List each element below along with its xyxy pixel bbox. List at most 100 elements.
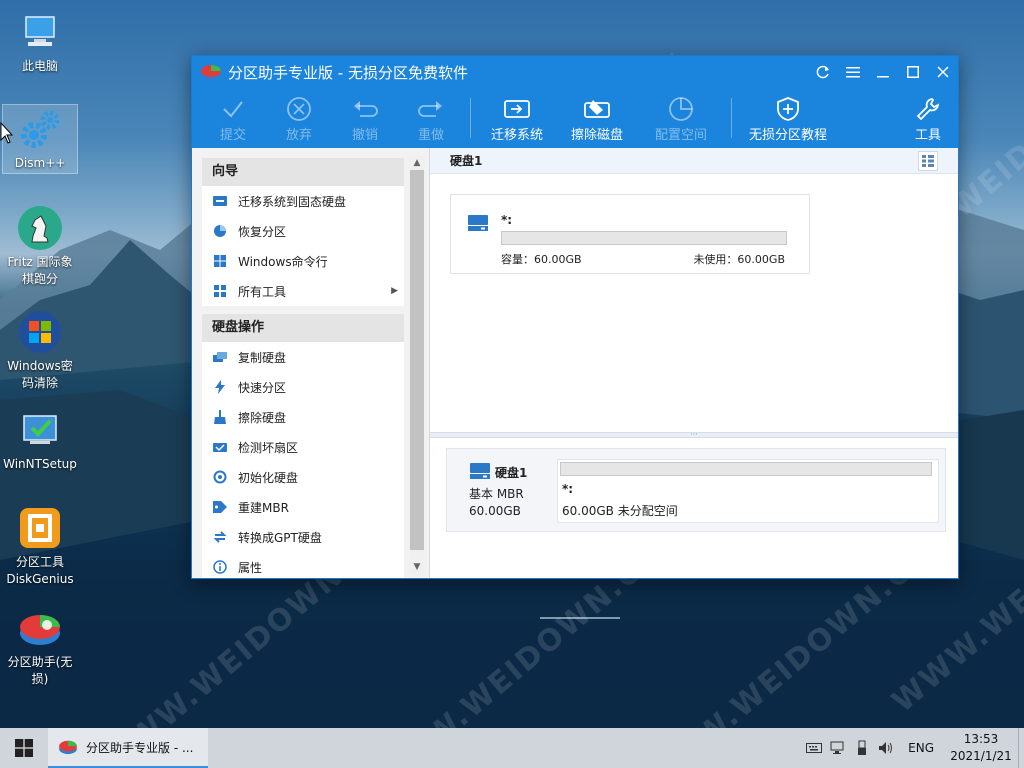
migrate-label: 迁移系统 — [490, 127, 543, 143]
sidebar-item-label: 迁移系统到固态硬盘 — [238, 194, 347, 209]
partition-name: *: — [562, 482, 574, 496]
toolbar-separator — [731, 98, 732, 138]
discard-label: 放弃 — [285, 127, 312, 143]
lightning-icon — [212, 379, 228, 395]
network-tray-button[interactable] — [826, 728, 850, 768]
main-panel: 硬盘1 *: 容量：60.00GB 未使用：60.00GB ··· 硬盘1 基本… — [430, 148, 958, 578]
taskbar: 分区助手专业版 - ... ENG 13:53 2021/1/21 — [0, 728, 1024, 768]
tutorial-label: 无损分区教程 — [748, 127, 827, 143]
toolbar-separator — [470, 98, 471, 138]
hamburger-menu-icon — [846, 67, 860, 78]
app-logo-icon — [59, 740, 77, 755]
sidebar-item-windows-cmd[interactable]: Windows命令行 — [202, 246, 404, 276]
desktop-icon-label: Fritz 国际象棋跑分 — [7, 255, 73, 286]
desktop-icon-label: 分区助手(无损) — [7, 655, 73, 686]
undo-button[interactable]: 撤销 — [332, 88, 398, 148]
allocate-label: 配置空间 — [654, 127, 707, 143]
sidebar: 向导 迁移系统到固态硬盘 恢复分区 Windows命令行 所有工具 ▶ 硬盘操作… — [192, 148, 430, 578]
tutorial-button[interactable]: 无损分区教程 — [738, 88, 838, 148]
sidebar-item-label: 所有工具 — [238, 284, 287, 299]
sidebar-section-wizard: 向导 — [202, 158, 404, 186]
view-toggle-button[interactable] — [918, 151, 938, 171]
unallocated-partition-block[interactable]: *: 60.00GB 未分配空间 — [557, 459, 939, 523]
partition-capacity: 容量：60.00GB — [501, 253, 582, 266]
tools-button[interactable]: 工具 — [898, 88, 958, 148]
wipe-disk-button[interactable]: 擦除磁盘 — [557, 88, 637, 148]
desktop-icon-partition-assistant[interactable]: 分区助手(无损) — [2, 604, 78, 688]
partition-card[interactable]: *: 容量：60.00GB 未使用：60.00GB — [450, 194, 810, 274]
refresh-button[interactable] — [808, 56, 838, 88]
sidebar-item-all-tools[interactable]: 所有工具 ▶ — [202, 276, 404, 306]
desktop-icon-fritz[interactable]: Fritz 国际象棋跑分 — [2, 204, 78, 288]
sidebar-item-properties[interactable]: 属性 — [202, 552, 404, 578]
usb-tray-button[interactable] — [850, 728, 874, 768]
window-title: 分区助手专业版 - 无损分区免费软件 — [228, 63, 468, 82]
broom-icon — [212, 409, 228, 425]
partition-bar — [560, 462, 932, 476]
scroll-down-icon[interactable]: ▼ — [409, 560, 425, 574]
redo-button[interactable]: 重做 — [398, 88, 464, 148]
commit-button[interactable]: 提交 — [200, 88, 266, 148]
input-language[interactable]: ENG — [898, 741, 944, 755]
menu-button[interactable] — [838, 56, 868, 88]
panel-splitter[interactable]: ··· — [430, 431, 958, 439]
sidebar-item-label: 初始化硬盘 — [238, 470, 299, 485]
maximize-button[interactable] — [898, 56, 928, 88]
desktop-icon-windows-password[interactable]: Windows密码清除 — [2, 308, 78, 392]
view-list-icon — [922, 155, 934, 167]
window-body: 向导 迁移系统到固态硬盘 恢复分区 Windows命令行 所有工具 ▶ 硬盘操作… — [192, 148, 958, 578]
redo-label: 重做 — [417, 127, 444, 143]
copy-disk-icon — [212, 349, 228, 365]
close-button[interactable] — [928, 56, 958, 88]
sidebar-item-wipe-disk[interactable]: 擦除硬盘 — [202, 402, 404, 432]
sidebar-item-quick-partition[interactable]: 快速分区 — [202, 372, 404, 402]
toolbar: 提交 放弃 撤销 重做 迁移系统 擦除磁盘 配置空间 无损分区教程 工具 — [192, 88, 958, 148]
desktop-icon-this-pc[interactable]: 此电脑 — [2, 8, 78, 75]
partition-usage-bar — [501, 231, 787, 245]
desktop-icon-label: WinNTSetup — [3, 457, 77, 471]
minimize-button[interactable] — [868, 56, 898, 88]
sidebar-item-recover-partition[interactable]: 恢复分区 — [202, 216, 404, 246]
disk-header-title: 硬盘1 — [450, 154, 483, 168]
disk-map-row[interactable]: 硬盘1 基本 MBR 60.00GB *: 60.00GB 未分配空间 — [446, 448, 946, 532]
discard-button[interactable]: 放弃 — [266, 88, 332, 148]
recover-icon — [212, 223, 228, 239]
sidebar-item-convert-gpt[interactable]: 转换成GPT硬盘 — [202, 522, 404, 552]
volume-tray-button[interactable] — [874, 728, 898, 768]
disk-size: 60.00GB — [469, 504, 521, 518]
sidebar-item-copy-disk[interactable]: 复制硬盘 — [202, 342, 404, 372]
refresh-icon — [816, 65, 829, 79]
migrate-os-button[interactable]: 迁移系统 — [477, 88, 557, 148]
keyboard-tray-button[interactable] — [802, 728, 826, 768]
clock[interactable]: 13:53 2021/1/21 — [944, 731, 1018, 765]
tag-icon — [212, 499, 228, 515]
convert-icon — [212, 529, 228, 545]
clock-date: 2021/1/21 — [950, 749, 1012, 763]
desktop-icon-winntsetup[interactable]: WinNTSetup — [2, 406, 78, 473]
commit-label: 提交 — [219, 127, 246, 143]
desktop-icon-diskgenius[interactable]: 分区工具DiskGenius — [2, 504, 78, 588]
diskgenius-icon — [16, 504, 64, 552]
mouse-cursor-icon — [0, 122, 14, 144]
windows-icon — [212, 253, 228, 269]
sidebar-item-migrate-ssd[interactable]: 迁移系统到固态硬盘 — [202, 186, 404, 216]
scroll-up-icon[interactable]: ▲ — [409, 156, 425, 170]
partition-assistant-window: 分区助手专业版 - 无损分区免费软件 提交 放弃 撤销 重做 迁移系统 擦除磁盘… — [191, 55, 959, 579]
desktop-icon-label: 此电脑 — [21, 59, 58, 73]
keyboard-icon — [806, 743, 823, 753]
scrollbar-thumb[interactable] — [410, 170, 424, 550]
show-desktop-button[interactable] — [1018, 728, 1024, 768]
wipe-disk-icon — [584, 99, 610, 118]
desktop-icon-label: 分区工具DiskGenius — [6, 555, 74, 586]
start-button[interactable] — [0, 728, 48, 768]
maximize-icon — [907, 66, 919, 78]
sidebar-item-check-bad-sectors[interactable]: 检测坏扇区 — [202, 432, 404, 462]
allocate-space-button[interactable]: 配置空间 — [637, 88, 725, 148]
taskbar-item-partition-assistant[interactable]: 分区助手专业版 - ... — [48, 728, 208, 768]
sidebar-item-label: 属性 — [238, 560, 263, 575]
minimize-icon — [877, 76, 889, 78]
sidebar-item-rebuild-mbr[interactable]: 重建MBR — [202, 492, 404, 522]
wrench-icon — [916, 97, 940, 120]
sidebar-item-initialize-disk[interactable]: 初始化硬盘 — [202, 462, 404, 492]
sidebar-scrollbar[interactable]: ▲ ▼ — [409, 156, 425, 574]
